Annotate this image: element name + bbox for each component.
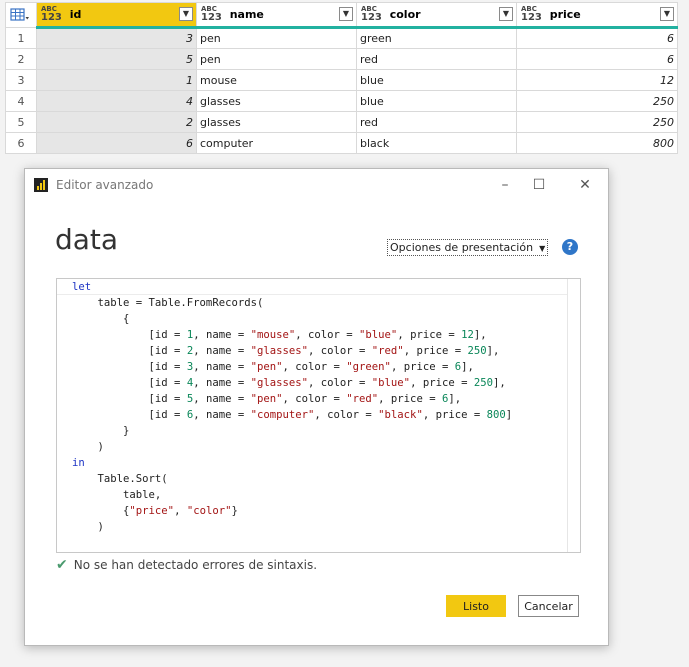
cell-id[interactable]: 2 (36, 111, 197, 133)
cell-name[interactable]: pen (196, 27, 357, 49)
cell-color[interactable]: black (356, 132, 517, 154)
column-name: name (229, 8, 264, 21)
code-line-record: [id = 4, name = "glasses", color = "blue… (72, 377, 506, 389)
table-icon (10, 8, 29, 21)
display-options-dropdown[interactable]: Opciones de presentación ▼ (387, 239, 549, 256)
code-line-record: [id = 3, name = "pen", color = "green", … (72, 361, 474, 373)
row-number: 3 (5, 69, 37, 91)
cancel-button[interactable]: Cancelar (518, 595, 579, 617)
data-grid: ABC 123 id ▼ ABC 123 name ▼ ABC 123 color ▼… (5, 2, 678, 154)
cell-id[interactable]: 6 (36, 132, 197, 154)
code-line-record: [id = 6, name = "computer", color = "bla… (72, 409, 513, 421)
grid-header-row: ABC 123 id ▼ ABC 123 name ▼ ABC 123 color ▼… (5, 2, 678, 29)
column-filter-dropdown-icon[interactable]: ▼ (339, 7, 353, 21)
table-row[interactable]: 6 6 computer black 800 (5, 132, 678, 154)
code-line: let (72, 281, 92, 293)
code-line: ) (72, 441, 104, 453)
column-header-name[interactable]: ABC 123 name ▼ (196, 2, 357, 29)
type-any-icon: ABC 123 (521, 5, 542, 23)
code-line-record: [id = 1, name = "mouse", color = "blue",… (72, 329, 487, 341)
syntax-status-text: No se han detectado errores de sintaxis. (73, 558, 318, 572)
code-line: table = Table.FromRecords( (72, 297, 264, 309)
query-name: data (55, 223, 119, 256)
column-header-id[interactable]: ABC 123 id ▼ (36, 2, 197, 29)
cell-name[interactable]: pen (196, 48, 357, 70)
done-button[interactable]: Listo (446, 595, 506, 617)
dialog-title: Editor avanzado (56, 178, 154, 192)
row-number: 4 (5, 90, 37, 112)
column-name: color (389, 8, 421, 21)
type-any-icon: ABC 123 (41, 5, 62, 23)
table-row[interactable]: 1 3 pen green 6 (5, 27, 678, 49)
row-number: 1 (5, 27, 37, 49)
minimize-icon[interactable]: – (495, 175, 515, 195)
code-line-record: [id = 2, name = "glasses", color = "red"… (72, 345, 500, 357)
column-filter-dropdown-icon[interactable]: ▼ (660, 7, 674, 21)
cell-name[interactable]: computer (196, 132, 357, 154)
cell-color[interactable]: red (356, 48, 517, 70)
cell-name[interactable]: glasses (196, 111, 357, 133)
cell-id[interactable]: 3 (36, 27, 197, 49)
code-line: table, (72, 489, 162, 501)
table-row[interactable]: 3 1 mouse blue 12 (5, 69, 678, 91)
maximize-icon[interactable]: ☐ (529, 175, 549, 195)
checkmark-icon: ✔ (56, 557, 68, 573)
code-line: } (72, 425, 130, 437)
column-name: id (69, 8, 82, 21)
dialog-titlebar[interactable]: Editor avanzado – ☐ ✕ (25, 169, 608, 201)
cell-price[interactable]: 800 (516, 132, 678, 154)
code-editor[interactable]: let table = Table.FromRecords( { [id = 1… (56, 278, 581, 553)
display-options-label: Opciones de presentación (390, 241, 534, 254)
table-menu-corner[interactable] (5, 2, 37, 28)
code-line: ) (72, 521, 104, 533)
cell-price[interactable]: 250 (516, 111, 678, 133)
syntax-status: ✔ No se han detectado errores de sintaxis… (56, 557, 317, 573)
power-bi-icon (34, 178, 48, 192)
advanced-editor-dialog: Editor avanzado – ☐ ✕ data Opciones de p… (24, 168, 609, 646)
cell-price[interactable]: 12 (516, 69, 678, 91)
editor-scrollbar[interactable] (567, 279, 580, 552)
cell-price[interactable]: 250 (516, 90, 678, 112)
column-name: price (549, 8, 581, 21)
code-line: { (72, 313, 130, 325)
cell-color[interactable]: blue (356, 69, 517, 91)
help-icon[interactable]: ? (562, 239, 578, 255)
code-line: Table.Sort( (72, 473, 168, 485)
code-line: {"price", "color"} (72, 505, 238, 517)
cell-id[interactable]: 5 (36, 48, 197, 70)
close-icon[interactable]: ✕ (575, 175, 595, 195)
cell-color[interactable]: green (356, 27, 517, 49)
cell-name[interactable]: mouse (196, 69, 357, 91)
type-any-icon: ABC 123 (201, 5, 222, 23)
table-row[interactable]: 5 2 glasses red 250 (5, 111, 678, 133)
column-filter-dropdown-icon[interactable]: ▼ (499, 7, 513, 21)
table-row[interactable]: 2 5 pen red 6 (5, 48, 678, 70)
row-number: 5 (5, 111, 37, 133)
column-filter-dropdown-icon[interactable]: ▼ (179, 7, 193, 21)
type-any-icon: ABC 123 (361, 5, 382, 23)
cell-color[interactable]: blue (356, 90, 517, 112)
chevron-down-icon: ▼ (539, 244, 546, 253)
row-number: 6 (5, 132, 37, 154)
cell-id[interactable]: 4 (36, 90, 197, 112)
column-header-price[interactable]: ABC 123 price ▼ (516, 2, 678, 29)
code-line-record: [id = 5, name = "pen", color = "red", pr… (72, 393, 462, 405)
cell-color[interactable]: red (356, 111, 517, 133)
code-line: in (72, 457, 85, 469)
column-header-color[interactable]: ABC 123 color ▼ (356, 2, 517, 29)
cell-price[interactable]: 6 (516, 27, 678, 49)
row-number: 2 (5, 48, 37, 70)
code-text[interactable]: let table = Table.FromRecords( { [id = 1… (72, 279, 512, 535)
cell-id[interactable]: 1 (36, 69, 197, 91)
table-row[interactable]: 4 4 glasses blue 250 (5, 90, 678, 112)
cell-name[interactable]: glasses (196, 90, 357, 112)
cell-price[interactable]: 6 (516, 48, 678, 70)
